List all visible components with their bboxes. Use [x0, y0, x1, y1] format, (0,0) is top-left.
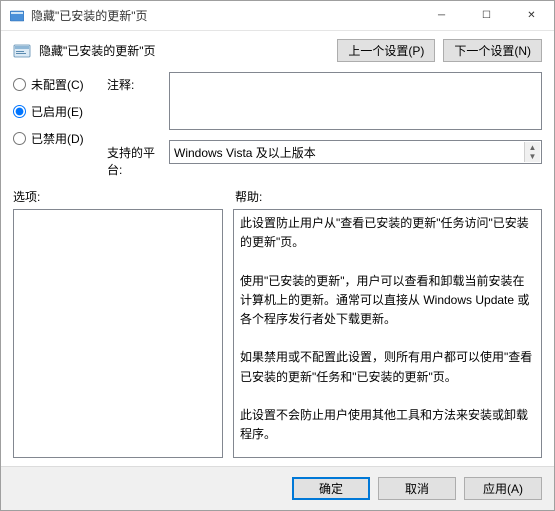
- radio-disabled[interactable]: 已禁用(D): [13, 130, 103, 147]
- window-buttons: ─ ☐ ✕: [419, 1, 554, 30]
- close-button[interactable]: ✕: [509, 1, 554, 30]
- options-pane[interactable]: [13, 209, 223, 458]
- scrollbar-stub[interactable]: ▲▼: [524, 142, 540, 162]
- comment-textarea[interactable]: [169, 72, 542, 130]
- cancel-button[interactable]: 取消: [378, 477, 456, 500]
- dialog-footer: 确定 取消 应用(A): [1, 466, 554, 510]
- minimize-button[interactable]: ─: [419, 1, 464, 30]
- radio-enabled-input[interactable]: [13, 105, 26, 118]
- titlebar: 隐藏"已安装的更新"页 ─ ☐ ✕: [1, 1, 554, 31]
- header-row: 隐藏"已安装的更新"页 上一个设置(P) 下一个设置(N): [1, 31, 554, 68]
- supported-on-box: Windows Vista 及以上版本 ▲▼: [169, 140, 542, 164]
- header-title: 隐藏"已安装的更新"页: [39, 42, 329, 59]
- platform-label: 支持的平台:: [107, 140, 165, 178]
- radio-enabled-label: 已启用(E): [31, 103, 83, 120]
- help-label: 帮助:: [235, 188, 262, 205]
- policy-icon: [13, 42, 31, 60]
- state-radio-group: 未配置(C) 已启用(E) 已禁用(D): [13, 72, 103, 147]
- radio-not-configured-label: 未配置(C): [31, 76, 84, 93]
- lower-labels: 选项: 帮助:: [1, 186, 554, 209]
- supported-on-text: Windows Vista 及以上版本: [174, 144, 316, 161]
- next-setting-button[interactable]: 下一个设置(N): [443, 39, 542, 62]
- app-icon: [9, 8, 25, 24]
- radio-disabled-label: 已禁用(D): [31, 130, 84, 147]
- options-label: 选项:: [13, 188, 223, 205]
- radio-disabled-input[interactable]: [13, 132, 26, 145]
- radio-enabled[interactable]: 已启用(E): [13, 103, 103, 120]
- lower-panes: 此设置防止用户从"查看已安装的更新"任务访问"已安装的更新"页。 使用"已安装的…: [1, 209, 554, 466]
- ok-button[interactable]: 确定: [292, 477, 370, 500]
- previous-setting-button[interactable]: 上一个设置(P): [337, 39, 435, 62]
- radio-not-configured-input[interactable]: [13, 78, 26, 91]
- radio-not-configured[interactable]: 未配置(C): [13, 76, 103, 93]
- apply-button[interactable]: 应用(A): [464, 477, 542, 500]
- config-area: 未配置(C) 已启用(E) 已禁用(D) 注释: 支持的平台: Windows …: [1, 68, 554, 186]
- dialog-window: 隐藏"已安装的更新"页 ─ ☐ ✕ 隐藏"已安装的更新"页 上一个设置(P) 下…: [0, 0, 555, 511]
- comment-label: 注释:: [107, 72, 165, 93]
- window-title: 隐藏"已安装的更新"页: [31, 7, 419, 24]
- help-pane[interactable]: 此设置防止用户从"查看已安装的更新"任务访问"已安装的更新"页。 使用"已安装的…: [233, 209, 542, 458]
- maximize-button[interactable]: ☐: [464, 1, 509, 30]
